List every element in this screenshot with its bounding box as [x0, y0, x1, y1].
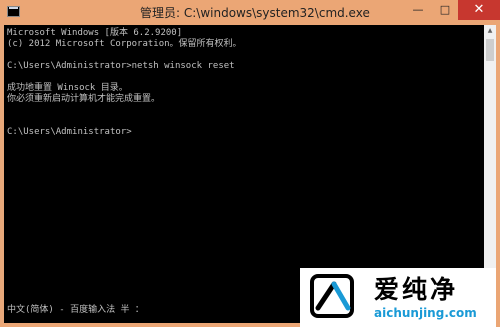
console-line: 你必须重新启动计算机才能完成重置。 [7, 94, 161, 104]
console-line: C:\Users\Administrator>netsh winsock res… [7, 61, 235, 71]
watermark: 爱纯净 aichunjing.com [300, 268, 496, 327]
cmd-window: 管理员: C:\windows\system32\cmd.exe — □ ✕ M… [0, 0, 500, 327]
maximize-button[interactable]: □ [432, 0, 458, 20]
cmd-icon[interactable] [7, 6, 20, 17]
console-prompt: C:\Users\Administrator> [7, 127, 132, 137]
scroll-up-icon[interactable]: ▲ [484, 25, 496, 37]
window-title: 管理员: C:\windows\system32\cmd.exe [140, 6, 370, 20]
console-line: (c) 2012 Microsoft Corporation。保留所有权利。 [7, 39, 242, 49]
console-line: 成功地重置 Winsock 目录。 [7, 83, 128, 93]
watermark-logo-icon [310, 274, 354, 318]
ime-status-bar: 中文(简体) - 百度输入法 半 ： [7, 305, 144, 315]
watermark-name: 爱纯净 [374, 275, 459, 304]
console-line: Microsoft Windows [版本 6.2.9200] [7, 28, 183, 38]
window-border-right [496, 25, 500, 327]
close-button[interactable]: ✕ [458, 0, 500, 20]
scrollbar-thumb[interactable] [486, 39, 494, 61]
watermark-url: aichunjing.com [374, 306, 477, 320]
minimize-button[interactable]: — [404, 0, 432, 20]
title-bar[interactable]: 管理员: C:\windows\system32\cmd.exe — □ ✕ [0, 0, 500, 25]
